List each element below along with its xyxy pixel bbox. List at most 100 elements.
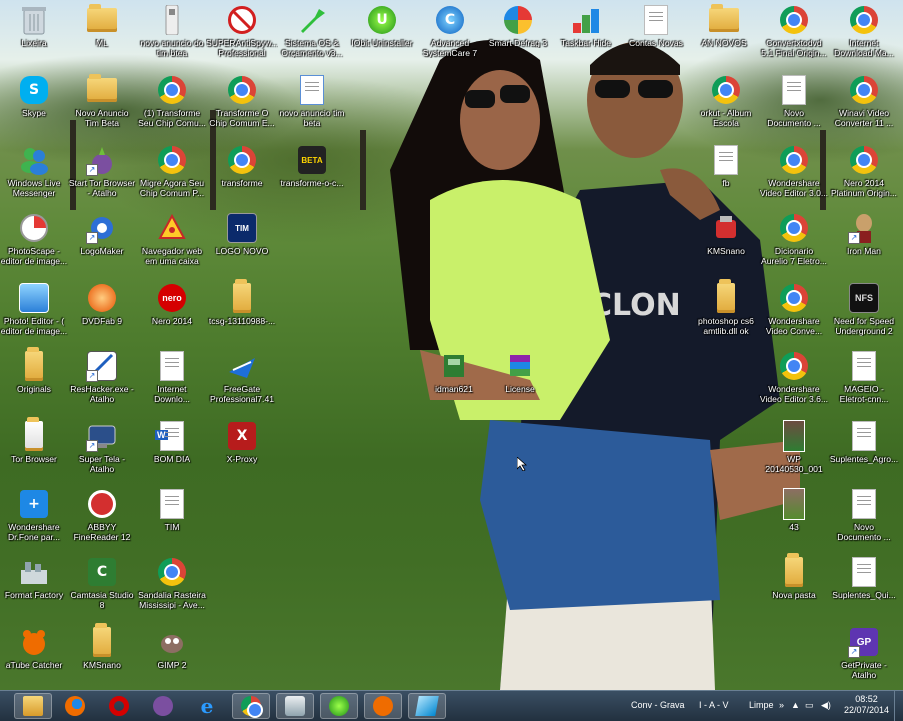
desktop-icon-iron-man[interactable]: ↗ Iron Man bbox=[828, 212, 900, 256]
desktop-icon-photo-editor[interactable]: Photo! Editor - ( editor de image... bbox=[0, 282, 70, 336]
taskbar-opera-button[interactable] bbox=[100, 693, 138, 719]
taskbar-iobit-button[interactable] bbox=[320, 693, 358, 719]
tray-show-hidden-icon[interactable]: ▲ bbox=[791, 700, 800, 710]
show-desktop-button[interactable] bbox=[894, 691, 903, 721]
icon-label: KMSnano bbox=[707, 246, 745, 256]
desktop-icon-gimp[interactable]: GIMP 2 bbox=[136, 626, 208, 670]
tray-toolbar-conv-grava[interactable]: Conv - Grava bbox=[631, 700, 685, 710]
folder-icon bbox=[708, 4, 740, 36]
clock[interactable]: 08:52 22/07/2014 bbox=[844, 694, 889, 716]
desktop-icon-logomaker[interactable]: ↗ LogoMaker bbox=[66, 212, 138, 256]
desktop-icon-fb[interactable]: fb bbox=[690, 144, 762, 188]
desktop-icon-dvdfab[interactable]: DVDFab 9 bbox=[66, 282, 138, 326]
desktop-icon-internet-download[interactable]: Internet Download Ma... bbox=[828, 4, 900, 58]
desktop-icon-iobit-uninstaller[interactable]: U IObit Uninstaller bbox=[346, 4, 418, 48]
desktop-icon-mageio[interactable]: MAGEIO - Eletrot-cnn... bbox=[828, 350, 900, 404]
tray-toolbar-chevron-icon[interactable]: » bbox=[779, 700, 784, 710]
desktop-icon-novo-documento-1[interactable]: Novo Documento ... bbox=[758, 74, 830, 128]
desktop-icon-transforme-o-c[interactable]: BETA transforme-o-c... bbox=[276, 144, 348, 188]
desktop-icon-nova-pasta[interactable]: Nova pasta bbox=[758, 553, 830, 600]
taskbar-atube-button[interactable] bbox=[364, 693, 402, 719]
desktop-icon-idman621[interactable]: idman621 bbox=[418, 350, 490, 394]
desktop-icon-transforme-o-chip[interactable]: Transforme O Chip Comum E... bbox=[206, 74, 278, 128]
desktop-icon-bom-dia[interactable]: W BOM DIA bbox=[136, 420, 208, 464]
photoscape-icon bbox=[18, 212, 50, 244]
tray-volume-icon[interactable]: ◀) bbox=[821, 700, 831, 711]
desktop-icon-wondershare-video-conve[interactable]: Wondershare Video Conve... bbox=[758, 282, 830, 336]
desktop-icon-convertxtodvd[interactable]: Convertxtodvd 5.1 Final Origin... bbox=[758, 4, 830, 58]
desktop-icon-ml[interactable]: ML bbox=[66, 4, 138, 48]
taskbar-printer-button[interactable] bbox=[276, 693, 314, 719]
desktop-icon-nero-2014[interactable]: nero Nero 2014 bbox=[136, 282, 208, 326]
desktop-icon-dicionario-aurelio[interactable]: Dicionario Aurelio 7 Eletro... bbox=[758, 212, 830, 266]
taskbar-ie-button[interactable]: e bbox=[188, 693, 226, 719]
desktop-icon-start-tor-browser[interactable]: ↗ Start Tor Browser - Atalho bbox=[66, 144, 138, 198]
supertela-icon: ↗ bbox=[86, 420, 118, 452]
tray-toolbar-iav[interactable]: I - A - V bbox=[699, 700, 729, 710]
desktop-icon-superantispyware[interactable]: SUPERAntiSpyw... Professional bbox=[206, 4, 278, 58]
desktop-icon-internet-downlo[interactable]: Internet Downlo... bbox=[136, 350, 208, 404]
taskbar-explorer-button[interactable] bbox=[14, 693, 52, 719]
desktop-icon-suplentes-agro[interactable]: Suplentes_Agro... bbox=[828, 420, 900, 464]
gimp-icon bbox=[156, 626, 188, 658]
taskbar-app-button[interactable] bbox=[408, 693, 446, 719]
desktop-icon-tor-browser[interactable]: Tor Browser bbox=[0, 417, 70, 464]
desktop-icon-skype[interactable]: S Skype bbox=[0, 74, 70, 118]
desktop-icon-wondershare-video-editor-36[interactable]: Wondershare Video Editor 3.6... bbox=[758, 350, 830, 404]
desktop-icon-kmsnano-app[interactable]: KMSnano bbox=[690, 212, 762, 256]
desktop-icon-getprivate[interactable]: GP ↗ GetPrivate - Atalho bbox=[828, 626, 900, 680]
desktop-icon-43[interactable]: 43 bbox=[758, 488, 830, 532]
desktop-icon-windows-live-messenger[interactable]: Windows Live Messenger bbox=[0, 144, 70, 198]
icon-label: Wondershare Video Conve... bbox=[765, 316, 823, 336]
desktop-icon-sistema-os[interactable]: Sistema OS & Orçamento v3... bbox=[276, 4, 348, 58]
desktop-icon-abbyy-finereader[interactable]: ABBYY FineReader 12 bbox=[66, 488, 138, 542]
desktop-icon-camtasia[interactable]: C Camtasia Studio 8 bbox=[66, 556, 138, 610]
desktop-icon-dr-fone[interactable]: + Wondershare Dr.Fone par... bbox=[0, 488, 70, 542]
desktop-icon-novo-anuncio[interactable]: novo anuncio do tim btea bbox=[136, 4, 208, 58]
desktop-icon-suplentes-qui[interactable]: Suplentes_Qui... bbox=[828, 556, 900, 600]
tray-toolbar-limpe[interactable]: Limpe bbox=[749, 700, 774, 710]
defrag-icon bbox=[502, 4, 534, 36]
desktop-icon-novo-anuncio-tim-beta-doc[interactable]: novo anuncio tim beta bbox=[276, 74, 348, 128]
desktop-icon-smart-defrag[interactable]: Smart Defrag 3 bbox=[482, 4, 554, 48]
desktop-icon-format-factory[interactable]: Format Factory bbox=[0, 556, 70, 600]
desktop-icon-freegate[interactable]: FreeGate Professional7.41 bbox=[206, 350, 278, 404]
desktop-icon-contas-novas[interactable]: Contas Novas bbox=[620, 4, 692, 48]
desktop-icon-photoscape[interactable]: PhotoScape - editor de image... bbox=[0, 212, 70, 266]
desktop-icon-advanced-systemcare[interactable]: C Advanced SystemCare 7 bbox=[414, 4, 486, 58]
app-icon bbox=[415, 696, 439, 716]
desktop-icon-super-tela[interactable]: ↗ Super Tela - Atalho bbox=[66, 420, 138, 474]
desktop-icon-tcsg[interactable]: tcsg-13110988-... bbox=[206, 279, 278, 326]
taskbar-firefox-button[interactable] bbox=[56, 693, 94, 719]
desktop-icon-atube-catcher[interactable]: aTube Catcher bbox=[0, 626, 70, 670]
desktop-icon-originals[interactable]: Originals bbox=[0, 347, 70, 394]
desktop-icon-license[interactable]: License bbox=[484, 350, 556, 394]
desktop-icon-tim[interactable]: TIM bbox=[136, 488, 208, 532]
desktop-icon-reshacker[interactable]: ↗ ResHacker.exe - Atalho bbox=[66, 350, 138, 404]
desktop-icon-wondershare-video-editor-30[interactable]: Wondershare Video Editor 3.0... bbox=[758, 144, 830, 198]
desktop-icon-winavi[interactable]: Winavi Video Converter 11 ... bbox=[828, 74, 900, 128]
desktop-icon-orkut-album[interactable]: orkut - Album Escola bbox=[690, 74, 762, 128]
desktop-icon-photoshop-cs6[interactable]: photoshop cs6 amtlib.dll ok bbox=[690, 279, 762, 336]
desktop-icon-navegador-web[interactable]: Navegador web em uma caixa bbox=[136, 212, 208, 266]
icon-label: Tor Browser bbox=[11, 454, 57, 464]
desktop-icon-recycle-bin[interactable]: Lixeira bbox=[0, 4, 70, 48]
desktop-icon-transforme[interactable]: transforme bbox=[206, 144, 278, 188]
tray-network-icon[interactable]: ▭ bbox=[805, 700, 814, 711]
desktop-icon-novo-documento-2[interactable]: Novo Documento ... bbox=[828, 488, 900, 542]
desktop-icon-logo-novo[interactable]: TIM LOGO NOVO bbox=[206, 212, 278, 256]
desktop-icon-nero-platinum[interactable]: Nero 2014 Platinum Origin... bbox=[828, 144, 900, 198]
reshacker-icon: ↗ bbox=[86, 350, 118, 382]
desktop-icon-wp-photo[interactable]: WP 20140530_001 modified bbox=[758, 420, 830, 474]
taskbar-chrome-button[interactable] bbox=[232, 693, 270, 719]
desktop-icon-migre-agora[interactable]: Migre Agora Seu Chip Comum P... bbox=[136, 144, 208, 198]
desktop-icon-sandalia-rasteira[interactable]: Sandalia Rasteira Mississipi - Ave... bbox=[136, 556, 208, 610]
desktop-icon-transforme-1[interactable]: (1) Transforme Seu Chip Comu... bbox=[136, 74, 208, 128]
desktop-icon-kmsnano-folder[interactable]: KMSnano bbox=[66, 623, 138, 670]
desktop-icon-an-novos[interactable]: AN NOVOS bbox=[688, 4, 760, 48]
desktop-icon-x-proxy[interactable]: X X-Proxy bbox=[206, 420, 278, 464]
desktop-icon-nfs-underground[interactable]: NFS Need for Speed Underground 2 bbox=[828, 282, 900, 336]
taskbar-tor-button[interactable] bbox=[144, 693, 182, 719]
desktop-icon-taskbar-hide[interactable]: Taskbar Hide bbox=[550, 4, 622, 48]
desktop-icon-novo-anuncio-tim-beta[interactable]: Novo Anuncio Tim Beta bbox=[66, 74, 138, 128]
